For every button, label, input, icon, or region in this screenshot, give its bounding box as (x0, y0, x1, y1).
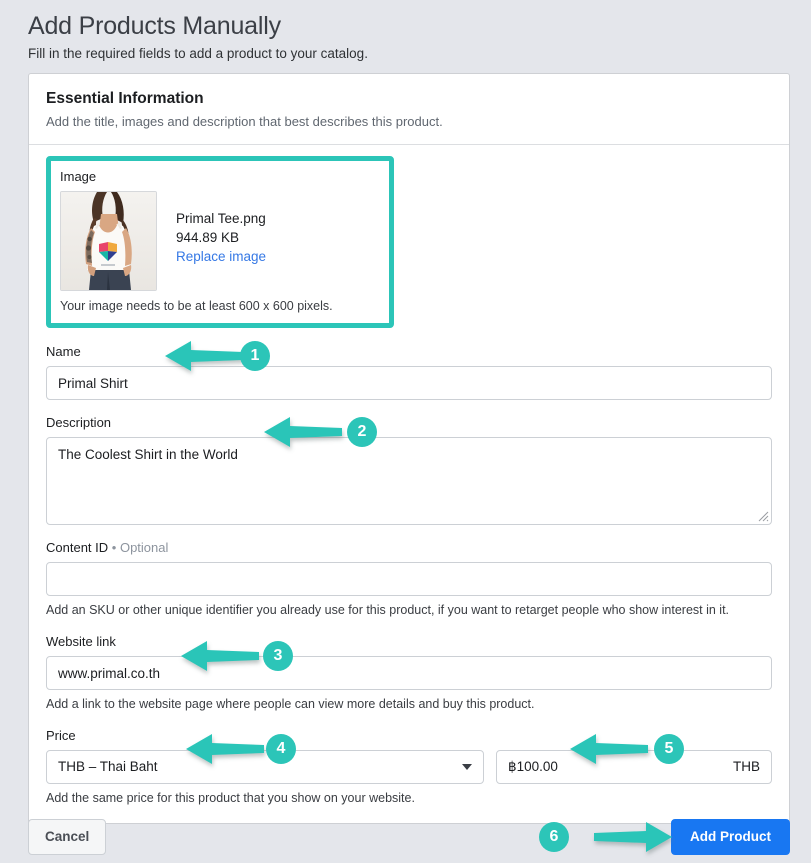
essential-information-card: Essential Information Add the title, ima… (28, 73, 790, 824)
card-header: Essential Information Add the title, ima… (29, 74, 789, 145)
content-id-optional-tag: Optional (119, 540, 169, 555)
content-id-separator: • (111, 540, 117, 555)
content-id-helper: Add an SKU or other unique identifier yo… (46, 603, 730, 617)
name-input[interactable] (46, 366, 772, 400)
price-amount-input[interactable]: ฿100.00 (496, 750, 772, 784)
card-body: Image Primal Tee.png 944.89 KB Replace i… (29, 145, 789, 823)
image-upload-block[interactable]: Image Primal Tee.png 944.89 KB Replace i… (46, 156, 394, 328)
content-id-label-text: Content ID (46, 540, 109, 555)
content-id-label: Content ID • Optional (46, 538, 772, 557)
content-id-input[interactable] (46, 562, 772, 596)
content-id-field: Content ID • Optional Add an SKU or othe… (46, 538, 772, 619)
image-requirements-hint: Your image needs to be at least 600 x 60… (60, 299, 333, 313)
price-helper: Add the same price for this product that… (46, 791, 415, 805)
image-file-row: Primal Tee.png 944.89 KB Replace image (60, 191, 380, 291)
page-title: Add Products Manually (28, 12, 281, 40)
page-header: Add Products Manually Fill in the requir… (0, 0, 811, 64)
card-subheading: Add the title, images and description th… (46, 114, 443, 129)
currency-select[interactable]: THB – Thai Baht (46, 750, 484, 784)
website-link-field: Website link Add a link to the website p… (46, 632, 772, 713)
currency-select-wrapper: THB – Thai Baht (46, 750, 484, 784)
annotation-badge-2: 2 (347, 417, 377, 447)
name-label: Name (46, 344, 81, 359)
description-label: Description (46, 415, 112, 430)
card-heading: Essential Information (46, 90, 204, 107)
annotation-badge-6: 6 (539, 822, 569, 852)
website-link-label: Website link (46, 634, 116, 649)
image-field-label: Image (60, 169, 97, 184)
name-field: Name (46, 342, 772, 400)
image-file-size: 944.89 KB (176, 230, 240, 245)
product-thumbnail (60, 191, 157, 291)
form-footer: Cancel Add Product (28, 819, 790, 855)
add-product-button[interactable]: Add Product (671, 819, 790, 855)
add-products-page: Add Products Manually Fill in the requir… (0, 0, 811, 863)
image-file-meta: Primal Tee.png 944.89 KB Replace image (176, 191, 266, 266)
description-textarea[interactable] (46, 437, 772, 525)
website-link-input[interactable] (46, 656, 772, 690)
annotation-badge-5: 5 (654, 734, 684, 764)
annotation-badge-3: 3 (263, 641, 293, 671)
cancel-button[interactable]: Cancel (28, 819, 107, 855)
annotation-badge-4: 4 (266, 734, 296, 764)
image-file-name: Primal Tee.png (176, 211, 266, 226)
price-currency-suffix: THB (733, 759, 760, 774)
chevron-down-icon[interactable] (462, 764, 472, 770)
page-subtitle: Fill in the required fields to add a pro… (28, 46, 368, 61)
annotation-badge-1: 1 (240, 341, 270, 371)
replace-image-link[interactable]: Replace image (176, 247, 266, 266)
website-link-helper: Add a link to the website page where peo… (46, 697, 535, 711)
description-field: Description (46, 413, 772, 525)
price-amount-wrapper: ฿100.00 THB (496, 750, 772, 784)
